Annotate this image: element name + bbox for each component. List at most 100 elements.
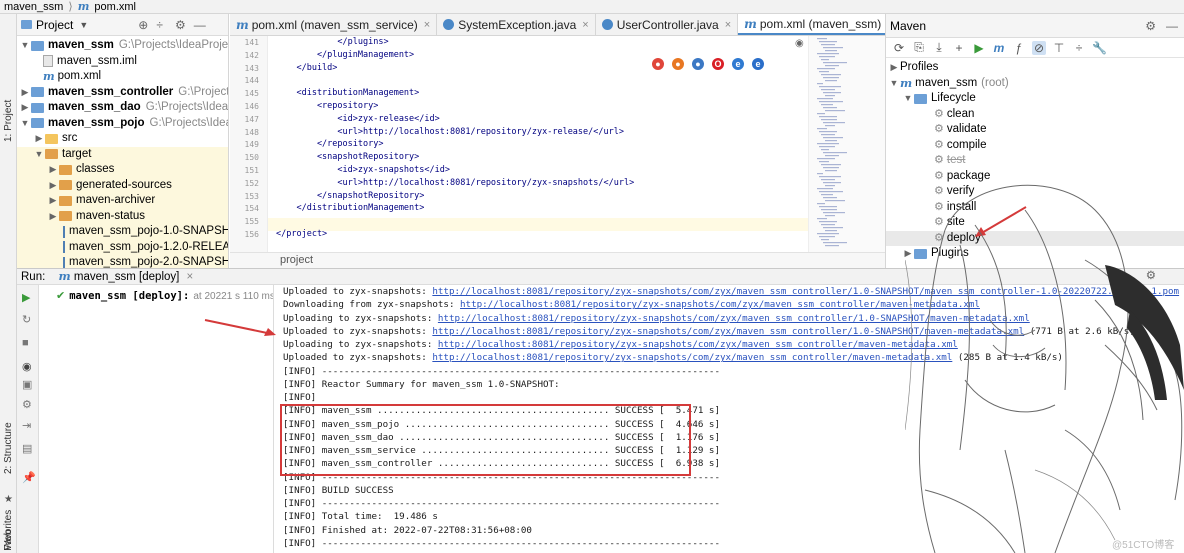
tree-row-src[interactable]: ▶ src <box>33 131 78 147</box>
wrench-icon[interactable]: 🔧 <box>1092 41 1107 55</box>
run-tree-item[interactable]: ✔ maven_ssm [deploy]: at 20221 s 110 ms <box>56 289 273 305</box>
console-text: Uploaded to zyx-snapshots: <box>283 352 433 364</box>
run-toolbar: ▶ ↻ ■ ◉ ▣ ⚙ ⇥ ▤ 📌 <box>17 285 39 553</box>
generate-sources-icon[interactable]: ⎘ <box>912 40 926 55</box>
console-link[interactable]: http://localhost:8081/repository/zyx-sna… <box>460 299 980 310</box>
chevron-right-icon[interactable]: ▶ <box>47 209 59 225</box>
tab-pom-root[interactable]: mpom.xml (maven_ssm)× <box>738 14 885 35</box>
stop-icon[interactable]: ■ <box>22 337 29 349</box>
chevron-right-icon[interactable]: ▶ <box>19 85 31 101</box>
web-tool-tab[interactable]: Web <box>0 524 17 553</box>
maven-goal-test[interactable]: ⚙ test <box>934 153 965 169</box>
chevron-down-icon[interactable]: ▼ <box>19 116 31 132</box>
code-line: <repository> <box>276 101 379 111</box>
maven-goal-validate[interactable]: ⚙ validate <box>934 122 987 138</box>
chevron-down-icon[interactable]: ▼ <box>902 91 914 107</box>
console-link[interactable]: http://localhost:8081/repository/zyx-sna… <box>432 352 952 363</box>
eye-icon[interactable]: ◉ <box>795 38 804 49</box>
minimap-line <box>823 137 843 139</box>
tree-row-jar-2[interactable]: maven_ssm_pojo-1.2.0-RELEAS <box>17 239 228 255</box>
minimap-line <box>817 203 825 205</box>
close-icon[interactable]: × <box>424 19 430 31</box>
tab-system-exception[interactable]: SystemException.java × <box>437 14 596 35</box>
tree-row-jar-1[interactable]: maven_ssm_pojo-1.0-SNAPSHOT <box>17 224 228 240</box>
firefox-icon[interactable]: ● <box>672 58 684 70</box>
editor-minimap[interactable] <box>808 36 885 252</box>
tree-row-pom[interactable]: m pom.xml <box>43 69 101 85</box>
close-icon[interactable]: × <box>187 271 194 283</box>
settings-icon[interactable]: ⚙ <box>22 398 32 411</box>
chrome-icon[interactable]: ● <box>652 58 664 70</box>
maven-goal-clean[interactable]: ⚙ clean <box>934 107 974 123</box>
run-icon[interactable]: ▶ <box>972 41 986 55</box>
collapse-icon[interactable]: ÷ <box>156 18 163 32</box>
tree-row-target[interactable]: ▼ target <box>17 146 228 163</box>
project-panel-title[interactable]: Project <box>36 18 73 32</box>
maven-goal-compile[interactable]: ⚙ compile <box>934 138 987 154</box>
run-tab-label[interactable]: maven_ssm [deploy] <box>74 271 179 283</box>
tree-row-maven-archiver[interactable]: ▶ maven-archiver <box>17 193 228 209</box>
chevron-right-icon[interactable]: ▶ <box>33 131 45 147</box>
editor-breadcrumb-label: project <box>280 254 314 266</box>
maven-panel-title: Maven <box>890 18 927 33</box>
close-icon[interactable]: × <box>582 19 588 31</box>
eye-icon[interactable]: ◉ <box>22 360 32 373</box>
edge-icon[interactable]: e <box>752 58 764 70</box>
toggle-offline-icon[interactable]: ƒ <box>1012 41 1026 55</box>
safari-icon[interactable]: ● <box>692 58 704 70</box>
gear-icon[interactable]: ⚙ <box>175 18 186 32</box>
chevron-right-icon[interactable]: ▶ <box>47 178 59 194</box>
maven-profiles[interactable]: ▶ Profiles <box>888 60 939 76</box>
minimap-line <box>825 110 845 112</box>
tab-user-controller[interactable]: UserController.java × <box>596 14 739 35</box>
exit-icon[interactable]: ⇥ <box>22 419 31 432</box>
minimize-icon[interactable]: — <box>194 18 206 32</box>
execute-goal-icon[interactable]: m <box>992 41 1006 55</box>
chevron-down-icon[interactable]: ▼ <box>79 20 88 30</box>
tree-row-jar-3[interactable]: maven_ssm_pojo-2.0-SNAPSHOT <box>17 255 228 268</box>
pin-icon[interactable]: 📌 <box>22 471 36 484</box>
tree-row-generated-sources[interactable]: ▶ generated-sources <box>17 177 228 194</box>
add-icon[interactable]: + <box>952 41 966 55</box>
layout-icon[interactable]: ▤ <box>22 442 32 455</box>
minimize-icon[interactable]: — <box>1166 19 1178 33</box>
ie-icon[interactable]: e <box>732 58 744 70</box>
console-link[interactable]: http://localhost:8081/repository/zyx-sna… <box>438 339 958 350</box>
editor-breadcrumb[interactable]: project <box>230 252 885 268</box>
maven-lifecycle[interactable]: ▼ Lifecycle <box>902 91 976 107</box>
chevron-down-icon[interactable]: ▼ <box>33 147 45 163</box>
skip-tests-icon[interactable]: ⊘ <box>1032 40 1046 55</box>
project-tool-tab[interactable]: 1: Project <box>0 78 17 144</box>
chevron-down-icon[interactable]: ▼ <box>888 76 900 92</box>
chevron-right-icon[interactable]: ▶ <box>47 193 59 209</box>
rerun-icon[interactable]: ▶ <box>22 291 30 304</box>
tree-row-controller[interactable]: ▶ maven_ssm_controller G:\Projects <box>19 85 228 101</box>
opera-icon[interactable]: O <box>712 58 724 70</box>
tree-row-maven-ssm[interactable]: ▼ maven_ssm G:\Projects\IdeaProjec <box>19 38 228 54</box>
chevron-down-icon[interactable]: ▼ <box>19 38 31 54</box>
close-icon[interactable]: × <box>725 19 731 31</box>
chevron-right-icon[interactable]: ▶ <box>888 60 900 76</box>
breadcrumb-project[interactable]: maven_ssm <box>4 1 63 13</box>
locate-icon[interactable]: ⊕ <box>138 18 148 32</box>
restart-icon[interactable]: ↻ <box>22 313 31 326</box>
tree-row-classes[interactable]: ▶ classes <box>17 162 228 178</box>
tab-pom-service[interactable]: m pom.xml (maven_ssm_service) × <box>230 14 438 35</box>
show-dependencies-icon[interactable]: ⊤ <box>1052 41 1066 55</box>
camera-icon[interactable]: ▣ <box>22 378 32 391</box>
gear-icon[interactable]: ⚙ <box>1145 19 1156 33</box>
tree-row-maven-status[interactable]: ▶ maven-status <box>17 208 228 225</box>
tree-row-iml[interactable]: maven_ssm.iml <box>43 54 137 70</box>
maven-root-project[interactable]: ▼ m maven_ssm (root) <box>888 76 1009 92</box>
tree-label: maven_ssm_dao <box>48 101 141 113</box>
structure-tool-tab[interactable]: 2: Structure <box>0 404 17 474</box>
tree-row-dao[interactable]: ▶ maven_ssm_dao G:\Projects\IdeaPro <box>19 100 228 116</box>
collapse-all-icon[interactable]: ÷ <box>1072 41 1086 55</box>
breadcrumb-file[interactable]: pom.xml <box>94 1 136 13</box>
tree-row-pojo[interactable]: ▼ maven_ssm_pojo G:\Projects\IdeaP <box>19 116 228 132</box>
chevron-right-icon[interactable]: ▶ <box>19 100 31 116</box>
chevron-right-icon[interactable]: ▶ <box>47 162 59 178</box>
download-icon[interactable]: ⤓ <box>932 40 946 55</box>
reload-icon[interactable]: ⟳ <box>892 41 906 55</box>
code-line: <snapshotRepository> <box>276 152 420 163</box>
